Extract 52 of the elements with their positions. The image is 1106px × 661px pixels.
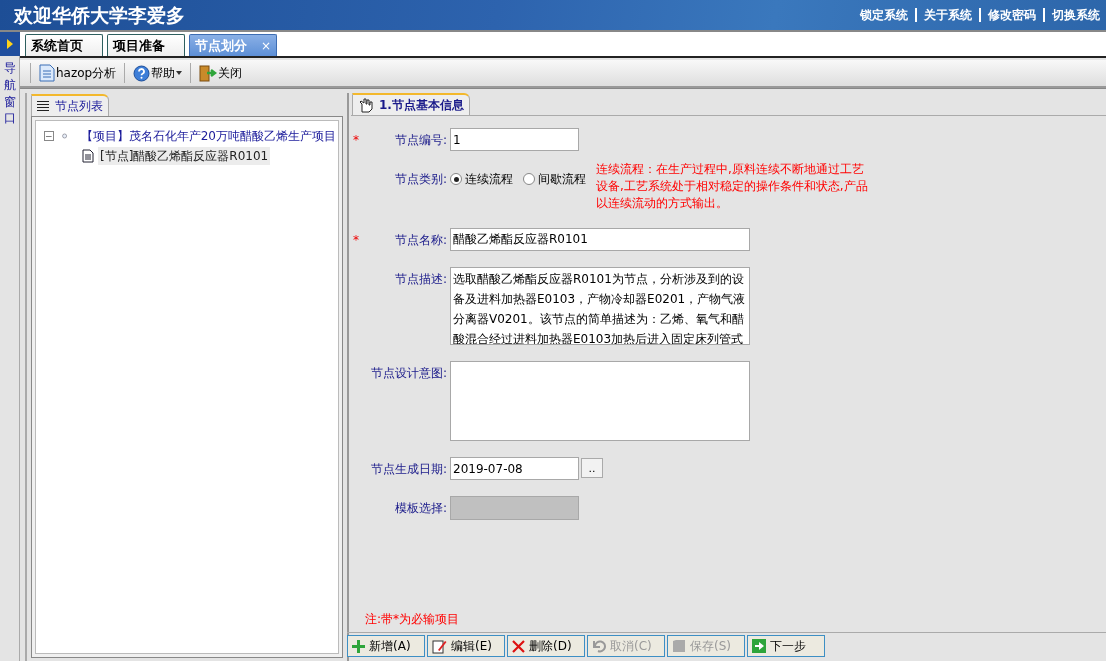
collapse-toggle[interactable]: − [44,131,54,141]
plus-icon [352,639,365,653]
date-field[interactable]: 2019-07-08 [450,457,579,480]
panel-tab[interactable]: 1.节点基本信息 [352,93,470,115]
tree-item[interactable]: [节点]醋酸乙烯酯反应器R0101 [98,147,271,165]
field-label: 节点名称: [394,232,447,249]
toolbar-button[interactable]: hazop分析 [37,62,119,84]
toolbar-button[interactable]: 关闭 [197,62,245,84]
radio-option[interactable]: 连续流程 [450,170,513,188]
document-icon [39,64,55,82]
arrow-right-icon [752,639,766,653]
header-link[interactable]: 关于系统 [924,6,972,24]
action-button[interactable]: 编辑(E) [427,635,505,657]
hand-icon [358,97,373,113]
action-button[interactable]: 下一步 [747,635,825,657]
cross-icon [512,639,525,653]
undo-icon [592,639,606,653]
action-button[interactable]: 删除(D) [507,635,585,657]
date-picker-button[interactable]: .. [581,458,603,478]
document-icon [82,149,94,163]
nav-window-label[interactable]: 导航窗口 [3,60,16,128]
field-label: 节点描述: [394,271,447,288]
header-link[interactable]: 切换系统 [1052,6,1100,24]
list-icon [37,101,49,111]
required-note: 注:带*为必输项目 [365,611,461,628]
door-exit-icon [199,64,218,82]
app-title: 欢迎华侨大学李爱多 [14,2,185,28]
action-button[interactable]: 新增(A) [347,635,425,657]
field-label: 节点设计意图: [370,365,447,382]
text-field[interactable]: 1 [450,128,579,151]
field-label: 节点编号: [394,132,447,149]
flow-description: 连续流程：在生产过程中,原料连续不断地通过工艺设备,工艺系统处于相对稳定的操作条件和状态,产品以连续流动的方式输出。 [596,161,869,212]
field-label: 节点类别: [394,171,447,188]
header-link[interactable]: 修改密码 [988,6,1036,24]
radio-option[interactable]: 间歇流程 [523,170,586,188]
text-area[interactable] [450,361,750,441]
expand-nav-button[interactable] [0,32,20,56]
tab[interactable]: 系统首页 [25,34,103,56]
toolbar-button[interactable]: 帮助 [131,62,185,84]
tree-item[interactable]: 【项目】茂名石化年产20万吨醋酸乙烯生产项目 [78,127,338,145]
notepad-pencil-icon [432,638,447,654]
panel-tab[interactable]: 节点列表 [31,94,109,116]
dropdown-caret-icon [176,71,183,75]
required-mark: * [353,133,359,147]
help-icon [133,64,151,82]
required-mark: * [353,233,359,247]
text-field[interactable]: 醋酸乙烯酯反应器R0101 [450,228,750,251]
field-label: 节点生成日期: [370,461,447,478]
header-link[interactable]: 锁定系统 [860,6,908,24]
tab[interactable]: 项目准备 [107,34,185,56]
field-label: 模板选择: [394,500,447,517]
triangle-right-icon [6,39,13,49]
